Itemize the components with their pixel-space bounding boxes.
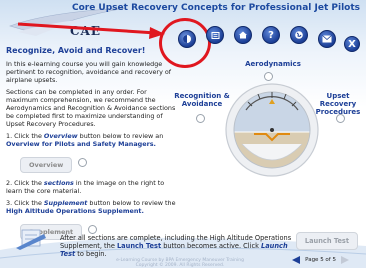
document-button[interactable] [206,26,224,44]
step-2-a: 2. Click the [6,179,44,187]
step-1-d: Overview for Pilots and Safety Managers. [6,140,156,148]
step-1-text: 1. Click the Overview button below to re… [6,132,176,148]
step-1-a: 1. Click the [6,132,44,140]
recognition-line-2: Avoidance [181,100,223,108]
recognition-line-1: Recognition & [174,92,230,100]
help-icon: ? [268,29,274,41]
glossary-icon [183,35,191,43]
recognition-avoidance-label[interactable]: Recognition & Avoidance [174,92,230,108]
course-title: Core Upset Recovery Concepts for Profess… [71,3,360,13]
glossary-button[interactable] [178,30,196,48]
page-indicator: Page 5 of 5 [305,257,336,263]
aerodynamics-label[interactable]: Aerodynamics [228,60,318,68]
copyright-line-2: Copyright © 2009. All Rights Reserved. [135,263,225,268]
cae-logo-text: CAE [70,24,102,38]
mail-button[interactable] [318,30,336,48]
footer-text-c: button becomes active. Click [161,242,261,250]
footer: After all sections are complete, includi… [0,198,366,268]
mail-icon [322,35,332,43]
intro-paragraph-1: In this e-learning course you will gain … [6,60,172,84]
step-2-text: 2. Click the sections in the image on th… [6,179,176,195]
help-button[interactable]: ? [262,26,280,44]
sections-diagram: Aerodynamics Recognition & Avoidance Upse… [174,56,366,196]
intro-paragraph-2: Sections can be completed in any order. … [6,88,176,128]
overview-status-radio [78,158,88,167]
launch-test-instructions: After all sections are complete, includi… [60,234,300,258]
upset-status-radio [336,114,345,123]
pager: Page 5 of 5 [291,256,350,264]
document-icon [211,31,219,39]
exit-button[interactable]: X [344,36,360,52]
attitude-indicator[interactable] [224,80,320,180]
recognition-status-radio [196,114,205,123]
next-page-button[interactable] [340,256,350,264]
copyright: e-Learning Course by BPA Emergency Maneu… [110,258,250,268]
overview-button[interactable]: Overview [20,157,73,173]
globe-icon [295,31,303,39]
home-icon [239,31,247,39]
globe-button[interactable] [290,26,308,44]
overview-row: Overview [20,152,176,173]
footer-text-e: to begin. [75,250,107,258]
step-2-b: sections [43,179,74,187]
previous-page-button[interactable] [291,256,301,264]
launch-test-button[interactable]: Launch Test [295,232,358,250]
launch-test-icon [16,229,46,250]
home-button[interactable] [234,26,252,44]
step-1-b: Overview [43,132,78,140]
intro-heading: Recognize, Avoid and Recover! [6,46,146,55]
footer-text-b: Launch Test [116,242,162,250]
exit-icon: X [348,38,356,50]
upset-line-1: Upset Recovery [319,92,357,108]
step-1-c: button below to review an [77,132,164,140]
